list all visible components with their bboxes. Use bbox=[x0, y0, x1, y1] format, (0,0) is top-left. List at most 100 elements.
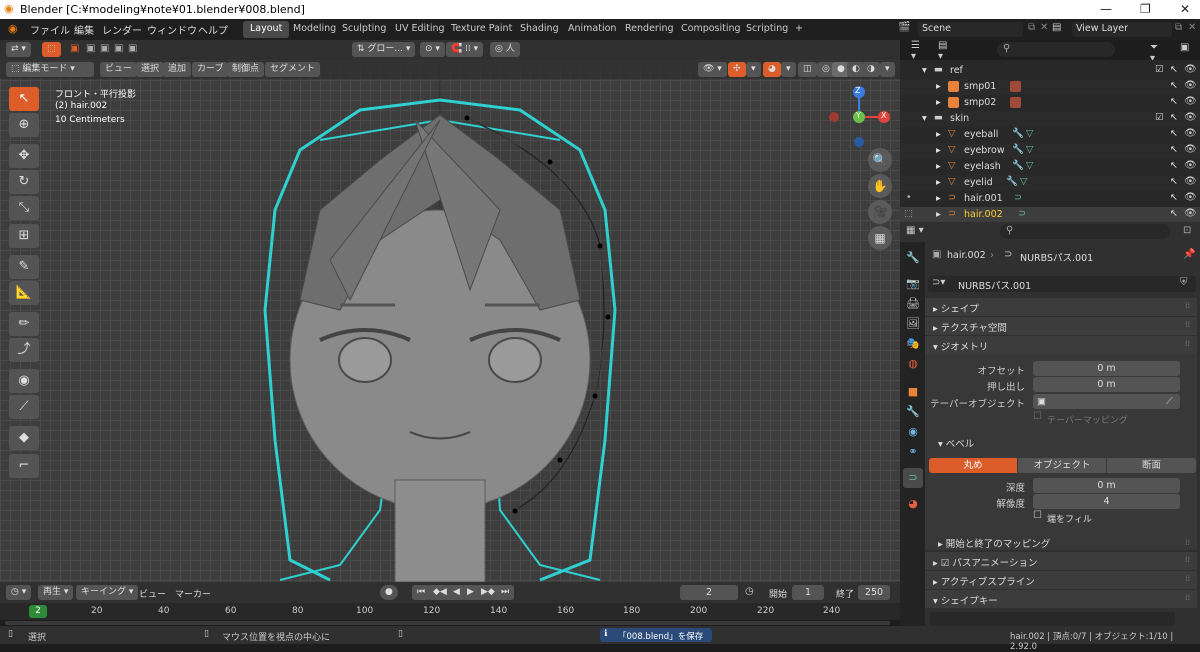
outliner-row-smp02[interactable]: ▸ smp02 ↖ 👁 bbox=[900, 95, 1200, 111]
outliner-row-smp01[interactable]: ▸ smp01 ↖ 👁 bbox=[900, 79, 1200, 95]
expand-arrow-icon[interactable]: ▸ bbox=[936, 145, 941, 156]
depth-field[interactable]: 0 m bbox=[1033, 478, 1180, 493]
expand-arrow-icon[interactable]: ▸ bbox=[936, 209, 941, 220]
offset-field[interactable]: 0 m bbox=[1033, 361, 1180, 376]
edit-mode-icon[interactable]: ⬚ bbox=[904, 208, 913, 219]
scene-close-icon[interactable]: ✕ bbox=[1040, 22, 1048, 33]
transform-tool-button[interactable]: ⊞ bbox=[9, 224, 39, 248]
end-frame-field[interactable]: 250 bbox=[858, 585, 890, 600]
maximize-button[interactable]: ❐ bbox=[1140, 2, 1151, 16]
bevel-profile-tab[interactable]: 断面 bbox=[1107, 458, 1196, 473]
resolution-field[interactable]: 4 bbox=[1033, 494, 1180, 509]
select-toggle-icon[interactable]: ↖ bbox=[1170, 160, 1178, 171]
scene-selector[interactable]: Scene bbox=[918, 22, 1023, 37]
scale-tool-button[interactable]: ⤡ bbox=[9, 196, 39, 220]
physics-tab-icon[interactable]: ◉ bbox=[903, 422, 923, 442]
fake-user-icon[interactable]: ⛨ bbox=[1180, 277, 1188, 288]
menu-curve[interactable]: カーブ bbox=[192, 62, 229, 77]
measure-tool-button[interactable]: 📐 bbox=[9, 281, 39, 305]
radius-tool-button[interactable]: ◉ bbox=[9, 369, 39, 393]
bevel-round-tab[interactable]: 丸め bbox=[929, 458, 1017, 473]
properties-search-input[interactable]: ⚲ bbox=[1000, 224, 1170, 239]
snap-toggle[interactable]: 🧲 ⁞⁞ ▾ bbox=[446, 42, 484, 57]
eye-icon[interactable]: 👁 bbox=[1184, 80, 1197, 91]
view-layer-close-icon[interactable]: ✕ bbox=[1188, 22, 1196, 33]
menu-window[interactable]: ウィンドウ bbox=[147, 22, 197, 37]
proportional-editing-toggle[interactable]: ◎ 人 bbox=[490, 42, 520, 57]
move-tool-button[interactable]: ✥ bbox=[9, 144, 39, 168]
bevel-subsection[interactable]: ▾ ベベル bbox=[938, 436, 974, 450]
select-box-tool-icon[interactable]: ⬚ bbox=[42, 42, 61, 57]
3d-viewport[interactable]: Z X Y フロント・平行投影 (2) hair.002 10 Centimet… bbox=[0, 60, 900, 582]
current-frame-field[interactable]: 2 bbox=[680, 585, 738, 600]
scrollbar-thumb[interactable] bbox=[5, 621, 890, 625]
blender-menu-icon[interactable]: ◉ bbox=[8, 22, 18, 35]
pivot-point-dropdown[interactable]: ⊙ ▾ bbox=[420, 42, 445, 57]
preview-range-icon[interactable]: ◷ bbox=[745, 586, 754, 597]
select-toggle-icon[interactable]: ↖ bbox=[1170, 128, 1178, 139]
select-tool-button[interactable]: ↖ bbox=[9, 87, 39, 111]
select-toggle-icon[interactable]: ↖ bbox=[1170, 192, 1178, 203]
overlays-dropdown[interactable]: ▾ bbox=[781, 62, 796, 77]
expand-arrow-icon[interactable]: ▸ bbox=[936, 97, 941, 108]
eyedropper-icon[interactable]: ⟋ bbox=[1166, 394, 1173, 409]
gizmo-dropdown[interactable]: ▾ bbox=[746, 62, 761, 77]
select-toggle-icon[interactable]: ↖ bbox=[1170, 144, 1178, 155]
tab-rendering[interactable]: Rendering bbox=[618, 21, 681, 38]
section-path-animation[interactable]: ▸ ☑ パスアニメーション bbox=[925, 552, 1197, 570]
expand-arrow-icon[interactable]: ▸ bbox=[936, 177, 941, 188]
drag-handle-icon[interactable]: ⁞⁞ bbox=[1185, 555, 1190, 564]
zoom-view-icon[interactable]: 🔍 bbox=[868, 148, 892, 172]
menu-segment[interactable]: セグメント bbox=[265, 62, 321, 77]
drag-handle-icon[interactable]: ⁞⁞ bbox=[1185, 301, 1190, 310]
xray-toggle[interactable]: ◫ bbox=[798, 62, 817, 77]
select-toggle-icon[interactable]: ↖ bbox=[1170, 64, 1178, 75]
section-texture-space[interactable]: ▸ テクスチャ空間 bbox=[925, 317, 1197, 335]
tab-scripting[interactable]: Scripting bbox=[739, 21, 795, 38]
view-object-types-dropdown[interactable]: 👁 ▾ bbox=[698, 62, 727, 77]
camera-view-icon[interactable]: 🎥 bbox=[868, 200, 892, 224]
tab-sculpting[interactable]: Sculpting bbox=[335, 21, 393, 38]
menu-view[interactable]: ビュー bbox=[100, 62, 138, 77]
object-tab-icon[interactable]: ■ bbox=[903, 382, 923, 402]
rendered-shading-button[interactable]: ◑ bbox=[862, 62, 880, 77]
world-tab-icon[interactable]: ◍ bbox=[903, 354, 923, 374]
outliner-editor-type-icon[interactable]: ☰ ▾ bbox=[911, 40, 920, 62]
properties-editor-type-icon[interactable]: ▦ ▾ bbox=[906, 225, 924, 236]
select-toggle-icon[interactable]: ↖ bbox=[1170, 80, 1178, 91]
mode-dropdown[interactable]: ⬚ 編集モード ▾ bbox=[6, 62, 94, 77]
drag-handle-icon[interactable]: ⁞⁞ bbox=[1185, 574, 1190, 583]
select-mode-extend-icon[interactable]: ▣ bbox=[86, 43, 95, 54]
rotate-tool-button[interactable]: ↻ bbox=[9, 170, 39, 194]
expand-arrow-icon[interactable]: ▾ bbox=[922, 113, 927, 124]
view-layer-icon[interactable]: ▤ bbox=[1052, 22, 1061, 33]
taper-object-field[interactable]: ▣ ⟋ bbox=[1033, 394, 1180, 409]
eye-icon[interactable]: 👁 bbox=[1184, 64, 1197, 75]
pin-icon[interactable]: 📌 bbox=[1183, 249, 1195, 260]
shading-dropdown[interactable]: ▾ bbox=[880, 62, 895, 77]
tab-compositing[interactable]: Compositing bbox=[674, 21, 748, 38]
constraint-tab-icon[interactable]: ⚭ bbox=[903, 442, 923, 462]
outliner-row-eyeball[interactable]: ▸ ▽ eyeball 🔧 ▽ ↖ 👁 bbox=[900, 127, 1200, 143]
tab-animation[interactable]: Animation bbox=[561, 21, 623, 38]
transform-orientation-dropdown[interactable]: ⇅ グロー... ▾ bbox=[352, 42, 416, 57]
section-shape-keys[interactable]: ▾ シェイプキー bbox=[925, 590, 1197, 608]
curve-pen-tool-button[interactable]: ⌐ bbox=[9, 454, 39, 478]
eye-icon[interactable]: 👁 bbox=[1184, 96, 1197, 107]
expand-arrow-icon[interactable]: ▸ bbox=[936, 81, 941, 92]
eye-icon[interactable]: 👁 bbox=[1184, 192, 1197, 203]
eye-icon[interactable]: 👁 bbox=[1184, 176, 1197, 187]
auto-keying-toggle[interactable]: ● bbox=[380, 585, 398, 600]
view-layer-tab-icon[interactable]: 🖼 bbox=[903, 314, 923, 334]
expand-arrow-icon[interactable]: ▸ bbox=[936, 129, 941, 140]
select-mode-invert-icon[interactable]: ▣ bbox=[114, 43, 123, 54]
view-layer-copy-icon[interactable]: ⧉ bbox=[1175, 22, 1182, 33]
menu-keying[interactable]: キーイング ▾ bbox=[76, 585, 139, 600]
shape-keys-list[interactable] bbox=[930, 612, 1175, 626]
outliner-row-eyelash[interactable]: ▸ ▽ eyelash 🔧 ▽ ↖ 👁 bbox=[900, 159, 1200, 175]
curve-datablock-selector[interactable]: ⊃▾ NURBSパス.001 ⛨ bbox=[928, 276, 1196, 292]
tab-shading[interactable]: Shading bbox=[513, 21, 566, 38]
menu-playback[interactable]: 再生 ▾ bbox=[38, 585, 74, 600]
taper-mapping-checkbox[interactable]: ☐ bbox=[1033, 411, 1042, 422]
scene-tab-icon[interactable]: 🎭 bbox=[903, 334, 923, 354]
